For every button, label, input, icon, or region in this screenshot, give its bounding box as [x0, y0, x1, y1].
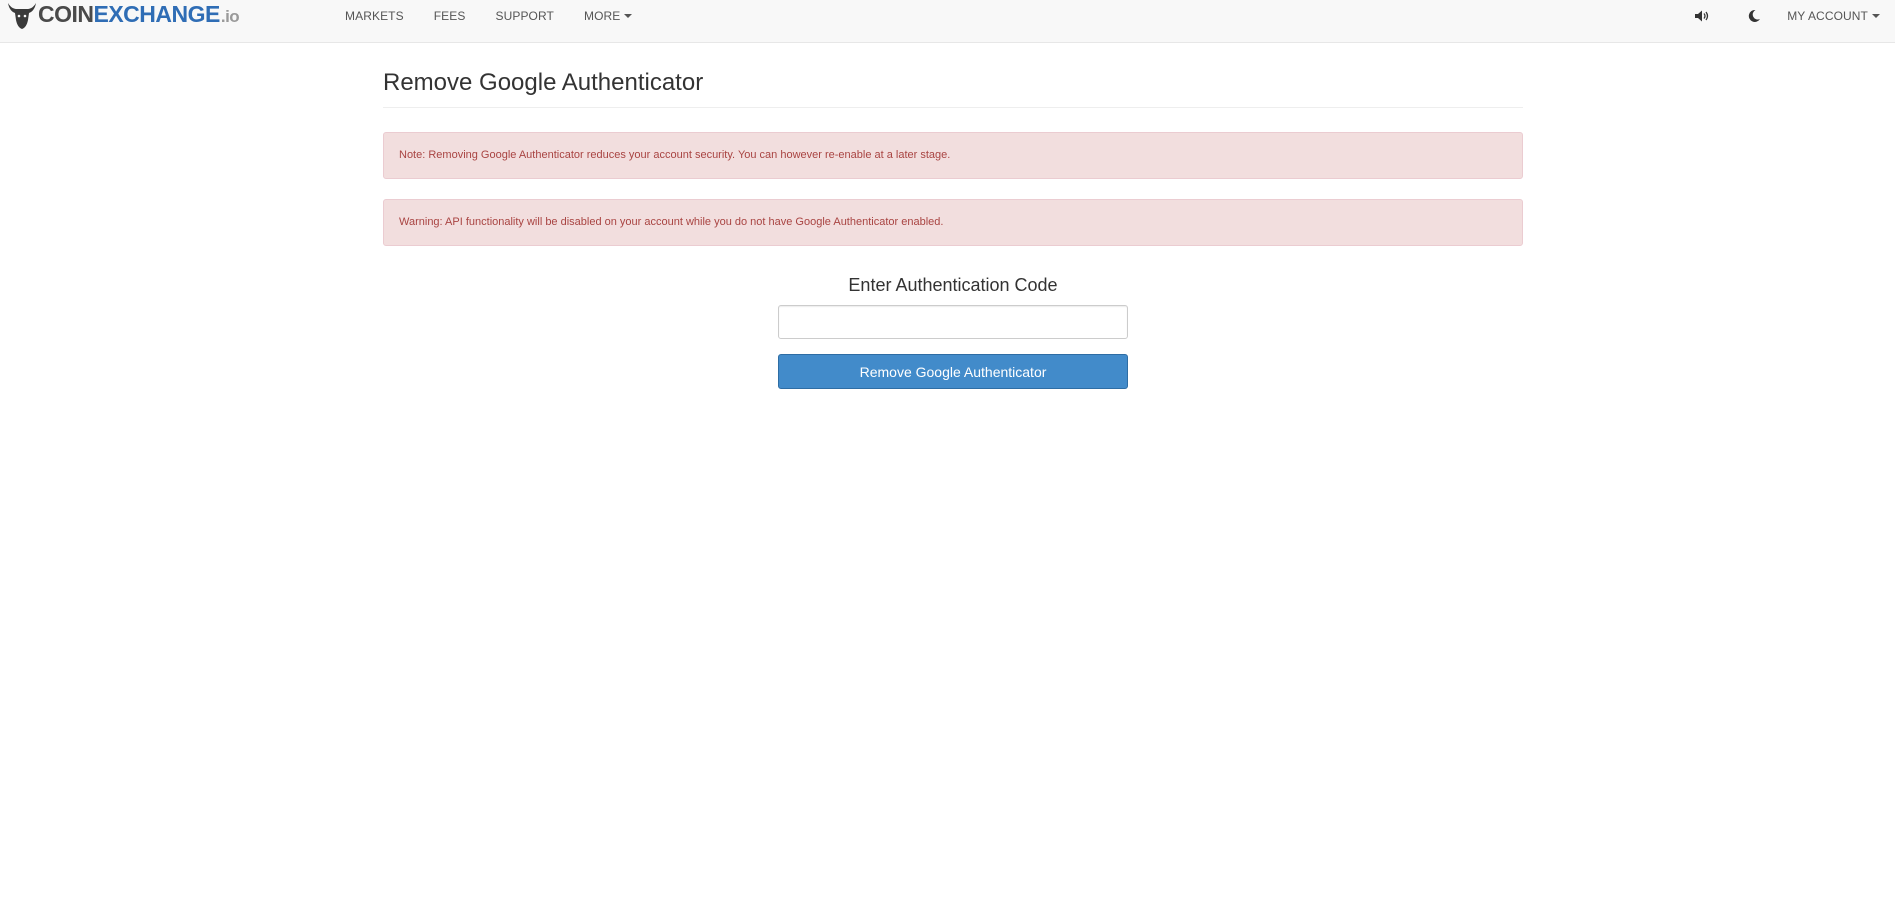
note-alert: Note: Removing Google Authenticator redu… [383, 132, 1523, 179]
nav-right: MY ACCOUNT [1676, 0, 1895, 32]
nav-markets[interactable]: MARKETS [330, 0, 419, 32]
nav-fees-label: FEES [433, 9, 466, 23]
my-account-label: MY ACCOUNT [1787, 9, 1868, 23]
moon-icon [1749, 9, 1761, 22]
auth-code-label: Enter Authentication Code [848, 275, 1058, 295]
nav-more-dropdown[interactable]: MORE [569, 0, 647, 32]
caret-down-icon [1872, 14, 1880, 18]
my-account-dropdown[interactable]: MY ACCOUNT [1780, 0, 1895, 32]
main-container: Remove Google Authenticator Note: Removi… [383, 43, 1523, 389]
warning-alert-text: Warning: API functionality will be disab… [399, 216, 944, 228]
page-title: Remove Google Authenticator [383, 68, 1523, 108]
note-alert-text: Note: Removing Google Authenticator redu… [399, 149, 951, 161]
sound-toggle-button[interactable] [1676, 0, 1728, 32]
nav-more-label: MORE [583, 9, 621, 23]
nav-support[interactable]: SUPPORT [480, 0, 569, 32]
remove-authenticator-button[interactable]: Remove Google Authenticator [778, 354, 1128, 389]
volume-icon [1695, 10, 1709, 22]
brand-io-text: .io [220, 6, 240, 26]
brand-exchange-text: EXCHANGE [93, 0, 221, 27]
auth-code-input[interactable] [778, 305, 1128, 339]
remove-2fa-form: Enter Authentication Code Remove Google … [778, 274, 1128, 389]
top-navbar: COINEXCHANGE.io MARKETS FEES SUPPORT MOR… [0, 0, 1895, 43]
caret-down-icon [624, 14, 633, 18]
brand-coin-text: COIN [38, 0, 94, 27]
brand-wordmark: COINEXCHANGE.io [38, 0, 240, 32]
nav-fees[interactable]: FEES [419, 0, 481, 32]
nav-markets-label: MARKETS [345, 9, 404, 23]
main-nav: MARKETS FEES SUPPORT MORE [330, 0, 647, 32]
warning-alert: Warning: API functionality will be disab… [383, 199, 1523, 246]
nav-support-label: SUPPORT [495, 9, 554, 23]
bull-head-icon [8, 3, 36, 29]
theme-toggle-button[interactable] [1728, 0, 1780, 32]
brand-logo-link[interactable]: COINEXCHANGE.io [6, 0, 240, 32]
